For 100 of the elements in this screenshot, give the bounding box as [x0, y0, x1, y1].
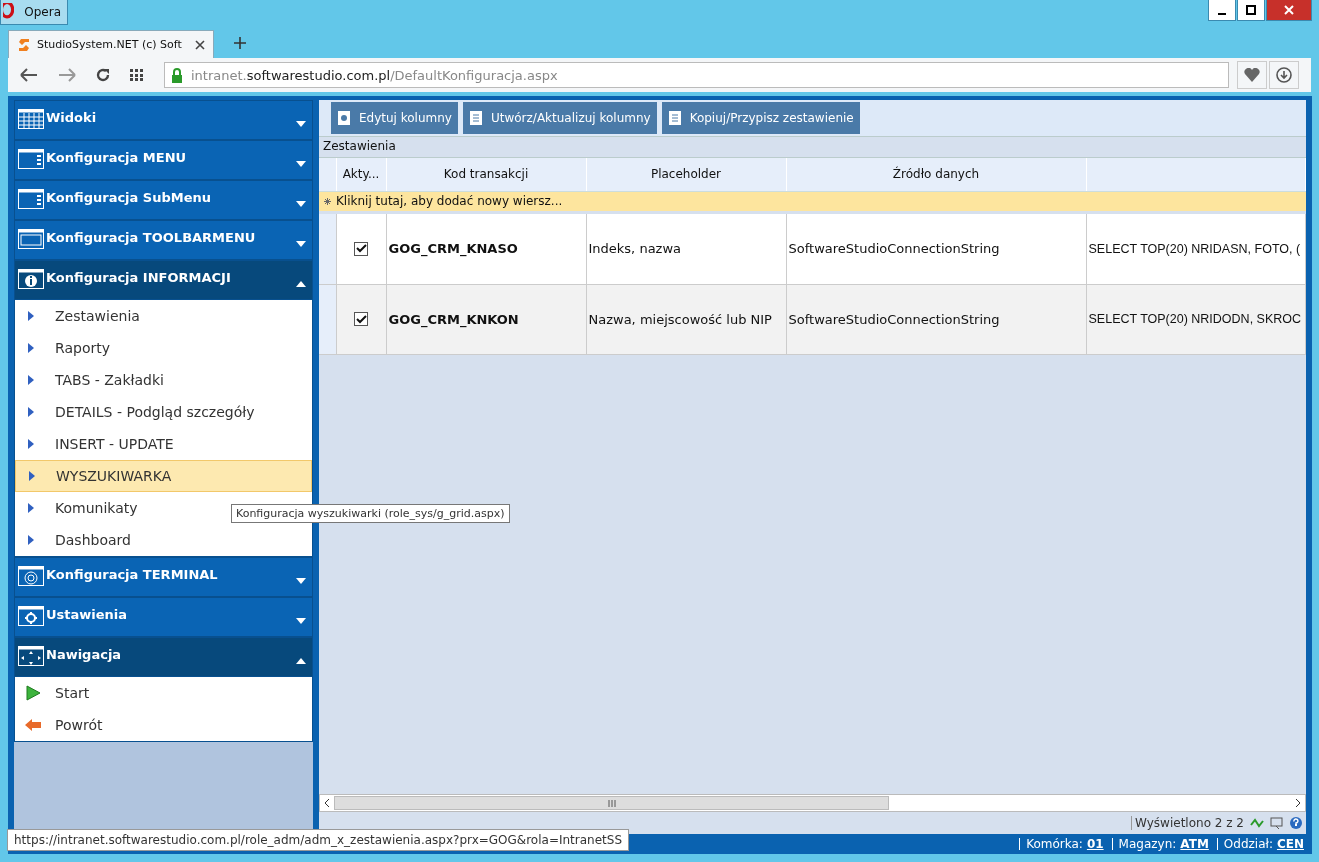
- table-cell: Indeks, nazwa: [586, 214, 786, 284]
- window-icon: [18, 189, 44, 209]
- table-cell: Nazwa, miejscowość lub NIP: [586, 284, 786, 354]
- triangle-icon: [27, 534, 35, 546]
- status-link[interactable]: ATM: [1180, 837, 1209, 851]
- minimize-icon: [1218, 13, 1226, 15]
- download-icon: [1276, 67, 1292, 83]
- triangle-icon: [27, 310, 35, 322]
- status-label: Komórka:: [1026, 837, 1083, 851]
- status-link[interactable]: 01: [1086, 837, 1104, 851]
- add-row-hint[interactable]: Kliknij tutaj, aby dodać nowy wiersz...: [336, 191, 1306, 211]
- window-icon: [18, 229, 44, 249]
- sidebar-section-header[interactable]: Konfiguracja INFORMACJI: [14, 260, 313, 300]
- forward-icon[interactable]: [58, 68, 76, 82]
- help-icon[interactable]: [1290, 817, 1302, 829]
- download-button[interactable]: [1269, 61, 1299, 89]
- arrows-icon: [18, 646, 44, 666]
- refresh-icon[interactable]: [1250, 817, 1264, 829]
- status-label: Magazyn:: [1118, 837, 1177, 851]
- sidebar-item[interactable]: DETAILS - Podgląd szczegóły: [15, 396, 312, 428]
- export-icon[interactable]: [1270, 817, 1284, 829]
- sidebar-section-header[interactable]: Nawigacja: [14, 637, 313, 677]
- sidebar-item[interactable]: Start: [15, 677, 312, 709]
- maximize-icon: [1246, 5, 1256, 15]
- maximize-button[interactable]: [1237, 0, 1265, 21]
- caret-icon: [296, 161, 306, 167]
- close-icon: [1284, 5, 1294, 15]
- tab-title: StudioSystem.NET (c) Soft: [37, 38, 183, 51]
- sidebar-item[interactable]: Powrót: [15, 709, 312, 741]
- new-tab-icon[interactable]: [234, 37, 246, 49]
- triangle-icon: [27, 438, 35, 450]
- status-link[interactable]: CEN: [1276, 837, 1304, 851]
- link-preview: https://intranet.softwarestudio.com.pl/role_adm/adm_x_zestawienia.aspx?prx=GOG&rola=IntranetSS: [7, 829, 629, 851]
- reload-icon[interactable]: [96, 68, 110, 82]
- sidebar-item[interactable]: TABS - Zakładki: [15, 364, 312, 396]
- column-header[interactable]: Akty...: [336, 158, 386, 191]
- logo-icon: [3, 3, 15, 21]
- sidebar-item[interactable]: INSERT - UPDATE: [15, 428, 312, 460]
- sidebar-section-header[interactable]: Widoki: [14, 100, 313, 140]
- caret-icon: [296, 658, 306, 664]
- sidebar-section-header[interactable]: Konfiguracja TERMINAL: [14, 557, 313, 597]
- lock-icon: [171, 67, 183, 83]
- toolbar-button[interactable]: Kopiuj/Przypisz zestawienie: [661, 102, 860, 134]
- target-icon: [18, 566, 44, 586]
- caret-icon: [296, 578, 306, 584]
- close-icon[interactable]: [195, 39, 205, 50]
- app-menu-button[interactable]: Opera: [0, 0, 68, 25]
- scrollbar-thumb[interactable]: [334, 796, 890, 810]
- checkbox[interactable]: [354, 312, 368, 326]
- table-cell: GOG_CRM_KNKON: [386, 284, 586, 354]
- triangle-icon: [27, 374, 35, 386]
- record-count: Wyświetlono 2 z 2: [1131, 816, 1244, 830]
- grip-icon: [607, 799, 616, 807]
- caret-icon: [296, 281, 306, 287]
- minimize-button[interactable]: [1208, 0, 1236, 21]
- triangle-icon: [27, 502, 35, 514]
- sidebar-section-header[interactable]: Konfiguracja MENU: [14, 140, 313, 180]
- caret-icon: [296, 241, 306, 247]
- triangle-icon: [27, 342, 35, 354]
- heart-icon: [1244, 68, 1260, 82]
- sidebar-item[interactable]: Dashboard: [15, 524, 312, 556]
- column-header[interactable]: Kod transakcji: [386, 158, 586, 191]
- sidebar-item[interactable]: WYSZUKIWARKA: [15, 460, 312, 492]
- checkbox[interactable]: [354, 241, 368, 256]
- play-icon: [25, 685, 41, 701]
- bookmark-button[interactable]: [1237, 61, 1267, 89]
- settings-icon: [18, 606, 44, 626]
- triangle-icon: [28, 470, 36, 482]
- column-header[interactable]: Placeholder: [586, 158, 786, 191]
- status-label: Oddział:: [1223, 837, 1273, 851]
- column-header[interactable]: Źródło danych: [786, 158, 1086, 191]
- back-icon[interactable]: [20, 68, 38, 82]
- table-cell: SELECT TOP(20) NRIDASN, FOTO, (: [1086, 214, 1306, 284]
- table-cell: SELECT TOP(20) NRIDODN, SKROC: [1086, 284, 1306, 354]
- table-cell: GOG_CRM_KNASO: [386, 214, 586, 284]
- info-icon: [18, 269, 44, 289]
- caret-icon: [296, 121, 306, 127]
- browser-tab[interactable]: StudioSystem.NET (c) Soft: [8, 30, 214, 58]
- sidebar-item[interactable]: Zestawienia: [15, 300, 312, 332]
- toolbar-button[interactable]: Edytuj kolumny: [331, 102, 458, 134]
- sidebar-section-header[interactable]: Konfiguracja SubMenu: [14, 180, 313, 220]
- document-icon: [468, 110, 485, 126]
- sidebar-item[interactable]: Raporty: [15, 332, 312, 364]
- address-field[interactable]: intranet.softwarestudio.com.pl/DefaultKonfiguracja.aspx: [164, 62, 1229, 88]
- asterisk-icon: [324, 198, 331, 206]
- caret-icon: [296, 618, 306, 624]
- triangle-icon: [27, 406, 35, 418]
- table-cell: SoftwareStudioConnectionString: [786, 284, 1086, 354]
- caret-icon: [296, 201, 306, 207]
- close-button[interactable]: [1266, 0, 1312, 21]
- logo-icon: [17, 36, 31, 53]
- horizontal-scrollbar[interactable]: [319, 794, 1306, 812]
- arrow-left-icon: [25, 719, 41, 731]
- window-icon: [18, 149, 44, 169]
- grid-icon: [18, 109, 44, 129]
- sidebar-section-header[interactable]: Ustawienia: [14, 597, 313, 637]
- toolbar-button[interactable]: Utwórz/Aktualizuj kolumny: [462, 102, 657, 134]
- speed-dial-icon[interactable]: [130, 69, 144, 81]
- table-cell: SoftwareStudioConnectionString: [786, 214, 1086, 284]
- sidebar-section-header[interactable]: Konfiguracja TOOLBARMENU: [14, 220, 313, 260]
